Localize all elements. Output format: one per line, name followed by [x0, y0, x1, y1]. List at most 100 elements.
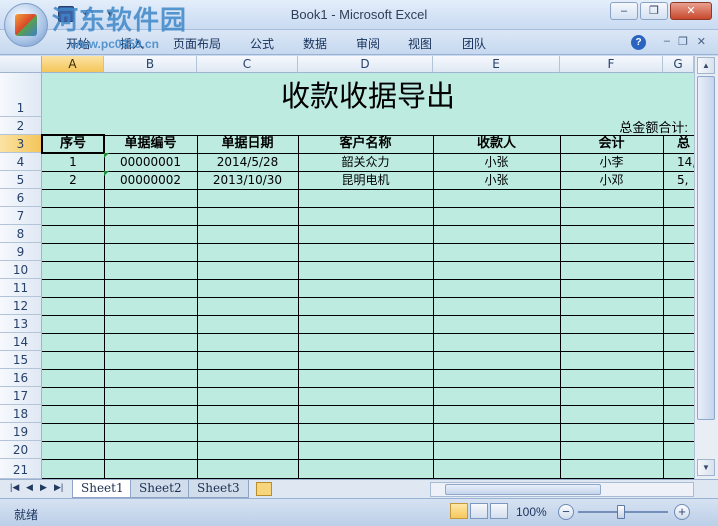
- grid-row-line: [42, 225, 694, 226]
- horizontal-scroll-thumb[interactable]: [445, 484, 601, 495]
- column-header-d[interactable]: D: [298, 56, 433, 73]
- data-cell[interactable]: 1: [42, 153, 104, 171]
- zoom-out-icon[interactable]: −: [558, 504, 574, 520]
- next-sheet-icon[interactable]: ▶: [40, 482, 47, 493]
- ribbon-restore-button[interactable]: ❐: [678, 35, 688, 48]
- tab-data[interactable]: 数据: [303, 35, 327, 52]
- row-header-10[interactable]: 10: [0, 261, 42, 279]
- tab-review[interactable]: 审阅: [356, 35, 380, 52]
- help-icon[interactable]: ?: [631, 35, 646, 50]
- data-cell[interactable]: 5,: [663, 171, 694, 189]
- row-header-3[interactable]: 3: [0, 135, 42, 153]
- sheet-tab-sheet1[interactable]: Sheet1: [72, 480, 133, 498]
- row-header-17[interactable]: 17: [0, 387, 42, 405]
- ribbon-minimize-button[interactable]: –: [664, 35, 670, 47]
- row-header-18[interactable]: 18: [0, 405, 42, 423]
- office-button[interactable]: [4, 3, 48, 47]
- vertical-scrollbar[interactable]: ▲ ▼: [694, 56, 718, 479]
- column-header-g[interactable]: G: [663, 56, 694, 73]
- normal-view-icon[interactable]: [450, 503, 468, 519]
- data-cell[interactable]: 小张: [433, 171, 560, 189]
- row-number: 8: [16, 227, 25, 241]
- sheet-tab-sheet2[interactable]: Sheet2: [130, 480, 191, 498]
- row-header-21[interactable]: 21: [0, 459, 42, 479]
- row-header-1[interactable]: 1: [0, 73, 42, 117]
- column-title-cell[interactable]: 单据编号: [104, 135, 197, 153]
- row-header-4[interactable]: 4: [0, 153, 42, 171]
- horizontal-scrollbar[interactable]: [430, 482, 694, 497]
- sheet-tab-sheet3[interactable]: Sheet3: [188, 480, 249, 498]
- column-header-a[interactable]: A: [42, 56, 104, 73]
- column-title-cell[interactable]: 会计: [560, 135, 663, 153]
- column-title-cell[interactable]: 客户名称: [298, 135, 433, 153]
- column-title-cell[interactable]: 收款人: [433, 135, 560, 153]
- scroll-up-icon[interactable]: ▲: [697, 57, 715, 74]
- column-header-c[interactable]: C: [197, 56, 298, 73]
- row-header-16[interactable]: 16: [0, 369, 42, 387]
- first-sheet-icon[interactable]: |◀: [10, 482, 19, 493]
- row-header-14[interactable]: 14: [0, 333, 42, 351]
- tab-formulas[interactable]: 公式: [250, 35, 274, 52]
- row-header-13[interactable]: 13: [0, 315, 42, 333]
- row-header-6[interactable]: 6: [0, 189, 42, 207]
- minimize-button[interactable]: –: [610, 2, 638, 20]
- insert-sheet-icon[interactable]: [256, 482, 272, 496]
- data-cell[interactable]: 2014/5/28: [197, 153, 298, 171]
- vertical-scroll-thumb[interactable]: [697, 76, 715, 420]
- row-number: 5: [16, 173, 25, 187]
- row-number: 16: [12, 371, 29, 385]
- column-title-cell[interactable]: 总: [663, 135, 694, 153]
- status-ready: 就绪: [14, 508, 39, 522]
- row-header-12[interactable]: 12: [0, 297, 42, 315]
- column-header-b[interactable]: B: [104, 56, 197, 73]
- grid-row-line: [42, 423, 694, 424]
- row-header-20[interactable]: 20: [0, 441, 42, 459]
- data-cell[interactable]: 小李: [560, 153, 663, 171]
- row-header-19[interactable]: 19: [0, 423, 42, 441]
- data-cell[interactable]: 昆明电机: [298, 171, 433, 189]
- data-cell[interactable]: 00000002: [104, 171, 197, 189]
- zoom-slider-knob[interactable]: [617, 505, 625, 519]
- data-cell[interactable]: 00000001: [104, 153, 197, 171]
- row-header-2[interactable]: 2: [0, 117, 42, 135]
- zoom-level[interactable]: 100%: [516, 505, 547, 519]
- data-cell[interactable]: 2: [42, 171, 104, 189]
- grid-row-line: [42, 459, 694, 460]
- tab-team[interactable]: 团队: [462, 35, 486, 52]
- close-button[interactable]: ✕: [670, 2, 712, 20]
- column-header-f[interactable]: F: [560, 56, 663, 73]
- sheet-area[interactable]: 收款收据导出 总金额合计: 序号 单据编号 单据日期 客户名称 收款人 会计总 1 00000…: [41, 73, 694, 479]
- tab-view[interactable]: 视图: [408, 35, 432, 52]
- last-sheet-icon[interactable]: ▶|: [54, 482, 63, 493]
- restore-button[interactable]: ❐: [640, 2, 668, 20]
- scroll-down-icon[interactable]: ▼: [697, 459, 715, 476]
- row-header-9[interactable]: 9: [0, 243, 42, 261]
- page-break-view-icon[interactable]: [490, 503, 508, 519]
- sheet-title[interactable]: 收款收据导出: [42, 73, 694, 117]
- row-header-11[interactable]: 11: [0, 279, 42, 297]
- column-title-cell[interactable]: 单据日期: [197, 135, 298, 153]
- column-header-e[interactable]: E: [433, 56, 560, 73]
- row-header-7[interactable]: 7: [0, 207, 42, 225]
- grid-row-line: [42, 279, 694, 280]
- row-number: 6: [16, 191, 25, 205]
- worksheet-grid[interactable]: ABCDEFG 1 2 3 4 5 6 7 8 9 10 11 12 13 14 15 16 17 18 19 20 2…: [0, 56, 718, 479]
- row-number: 13: [12, 317, 29, 331]
- row-number: 18: [12, 407, 29, 421]
- data-cell[interactable]: 小张: [433, 153, 560, 171]
- data-cell[interactable]: 14,: [663, 153, 694, 171]
- grid-row-line: [42, 315, 694, 316]
- zoom-in-icon[interactable]: +: [674, 504, 690, 520]
- data-cell[interactable]: 2013/10/30: [197, 171, 298, 189]
- data-cell[interactable]: 小邓: [560, 171, 663, 189]
- page-layout-view-icon[interactable]: [470, 503, 488, 519]
- selected-cell-a3: [41, 134, 105, 154]
- data-cell[interactable]: 韶关众力: [298, 153, 433, 171]
- row-header-15[interactable]: 15: [0, 351, 42, 369]
- prev-sheet-icon[interactable]: ◀: [26, 482, 33, 493]
- ribbon-close-button[interactable]: ✕: [697, 35, 706, 48]
- row-header-5[interactable]: 5: [0, 171, 42, 189]
- select-all-corner[interactable]: [0, 56, 42, 73]
- row-header-8[interactable]: 8: [0, 225, 42, 243]
- watermark: 河东软件园 www.pc0359.cn: [52, 8, 187, 50]
